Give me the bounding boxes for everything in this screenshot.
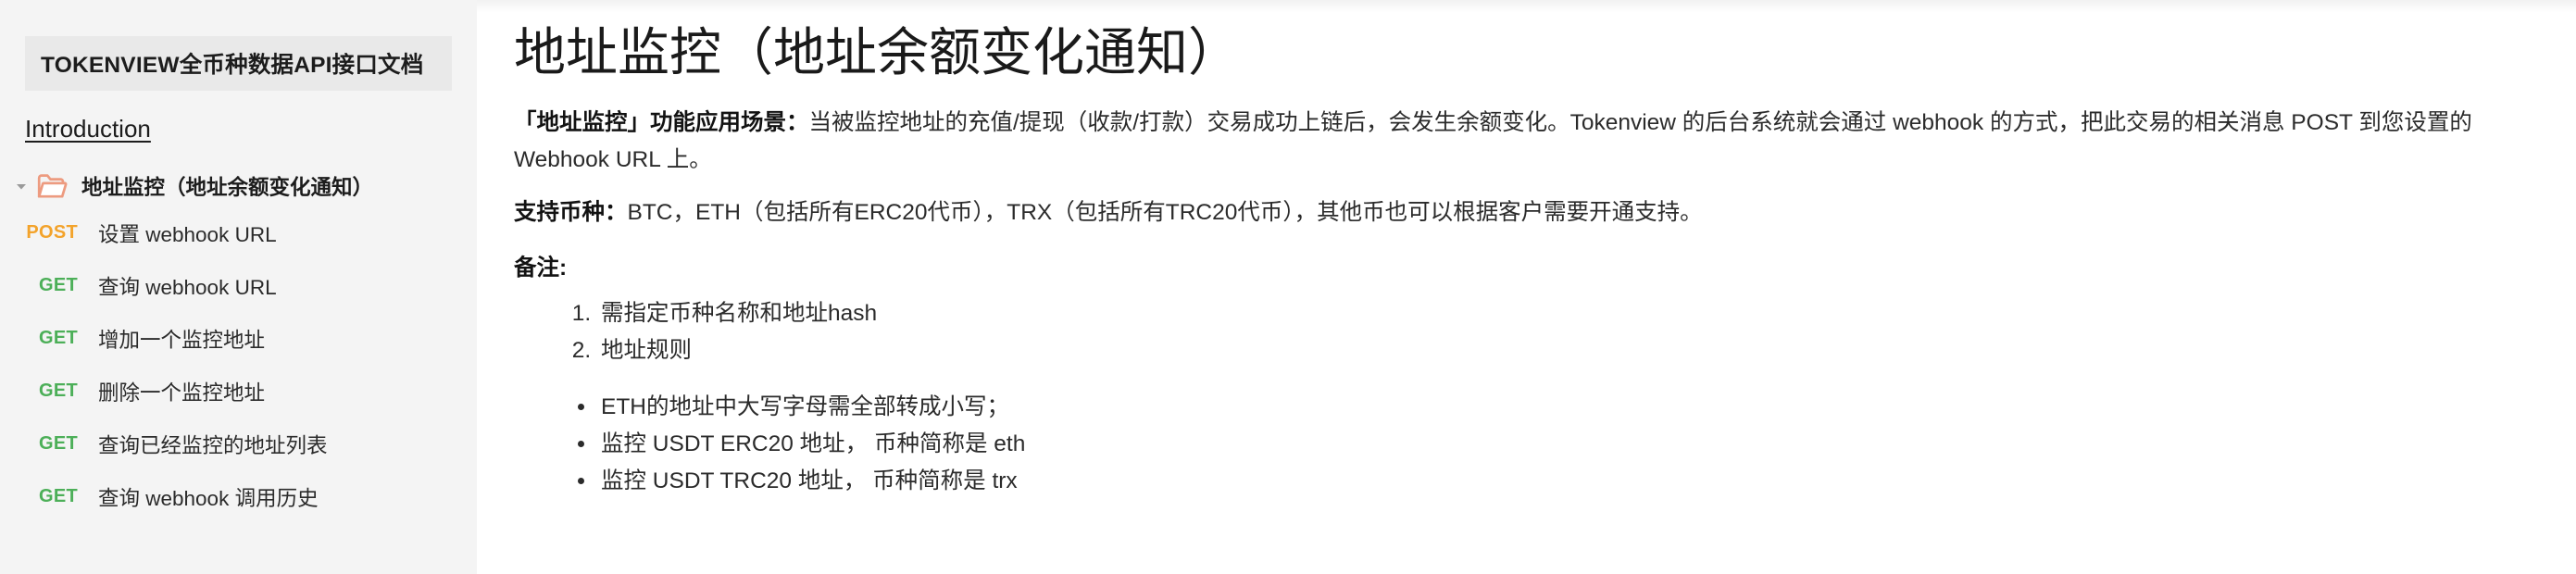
endpoint-label: 查询 webhook 调用历史 bbox=[98, 486, 319, 510]
list-item: 需指定币种名称和地址hash bbox=[597, 295, 2539, 332]
endpoint-label: 设置 webhook URL bbox=[98, 222, 277, 246]
sidebar-item-introduction[interactable]: Introduction bbox=[25, 115, 151, 144]
sidebar-item-endpoint[interactable]: GET 查询已经监控的地址列表 bbox=[0, 418, 477, 470]
open-folder-icon bbox=[33, 172, 70, 200]
list-item: 地址规则 bbox=[597, 332, 2539, 369]
sidebar-item-endpoint[interactable]: GET 删除一个监控地址 bbox=[0, 365, 477, 418]
method-badge: GET bbox=[38, 381, 78, 401]
supported-coins-paragraph: 支持币种：BTC，ETH（包括所有ERC20代币），TRX（包括所有TRC20代… bbox=[514, 194, 2539, 231]
sidebar-item-endpoint[interactable]: GET 增加一个监控地址 bbox=[0, 312, 477, 365]
endpoint-label: 增加一个监控地址 bbox=[98, 328, 266, 352]
sidebar-item-endpoint[interactable]: GET 查询 webhook URL bbox=[0, 259, 477, 312]
notes-numbered-list: 需指定币种名称和地址hash 地址规则 bbox=[514, 295, 2539, 368]
sidebar-product-title-box: TOKENVIEW全币种数据API接口文档 bbox=[25, 36, 452, 91]
scenario-paragraph: 「地址监控」功能应用场景：当被监控地址的充值/提现（收款/打款）交易成功上链后，… bbox=[514, 105, 2539, 178]
list-item: ETH的地址中大写字母需全部转成小写； bbox=[597, 389, 2539, 426]
main-content: 地址监控（地址余额变化通知） 「地址监控」功能应用场景：当被监控地址的充值/提现… bbox=[477, 0, 2576, 574]
list-item: 监控 USDT ERC20 地址， 币种简称是 eth bbox=[597, 426, 2539, 463]
sidebar-item-endpoint[interactable]: POST 设置 webhook URL bbox=[0, 206, 477, 259]
page-title: 地址监控（地址余额变化通知） bbox=[514, 23, 1240, 81]
sidebar-folder-label: 地址监控（地址余额变化通知） bbox=[81, 176, 374, 199]
sidebar-folder-address-monitor[interactable]: 地址监控（地址余额变化通知） bbox=[0, 166, 477, 206]
sidebar-nav-tree: 地址监控（地址余额变化通知） POST 设置 webhook URL GET 查… bbox=[0, 166, 477, 523]
sidebar: TOKENVIEW全币种数据API接口文档 Introduction 地址监控（… bbox=[0, 0, 477, 574]
method-badge: GET bbox=[38, 275, 78, 295]
notes-label: 备注: bbox=[514, 256, 568, 281]
sidebar-intro-section: Introduction bbox=[25, 115, 477, 144]
chevron-down-icon[interactable] bbox=[11, 179, 31, 193]
method-badge: GET bbox=[38, 433, 78, 454]
endpoint-label: 查询已经监控的地址列表 bbox=[98, 433, 328, 457]
sidebar-product-title: TOKENVIEW全币种数据API接口文档 bbox=[41, 53, 424, 78]
sidebar-item-endpoint[interactable]: GET 查询 webhook 调用历史 bbox=[0, 470, 477, 523]
method-badge: POST bbox=[26, 222, 78, 243]
list-item: 监控 USDT TRC20 地址， 币种简称是 trx bbox=[597, 463, 2539, 500]
supported-coins-body: BTC，ETH（包括所有ERC20代币），TRX（包括所有TRC20代币），其他… bbox=[627, 200, 1703, 226]
scenario-label: 「地址监控」功能应用场景： bbox=[514, 110, 809, 135]
method-badge: GET bbox=[38, 328, 78, 348]
endpoint-label: 查询 webhook URL bbox=[98, 275, 277, 299]
notes-bullet-list: ETH的地址中大写字母需全部转成小写； 监控 USDT ERC20 地址， 币种… bbox=[514, 389, 2539, 499]
endpoint-label: 删除一个监控地址 bbox=[98, 381, 266, 405]
app-root: TOKENVIEW全币种数据API接口文档 Introduction 地址监控（… bbox=[0, 0, 2576, 574]
method-badge: GET bbox=[38, 486, 78, 506]
supported-coins-label: 支持币种： bbox=[514, 200, 628, 226]
